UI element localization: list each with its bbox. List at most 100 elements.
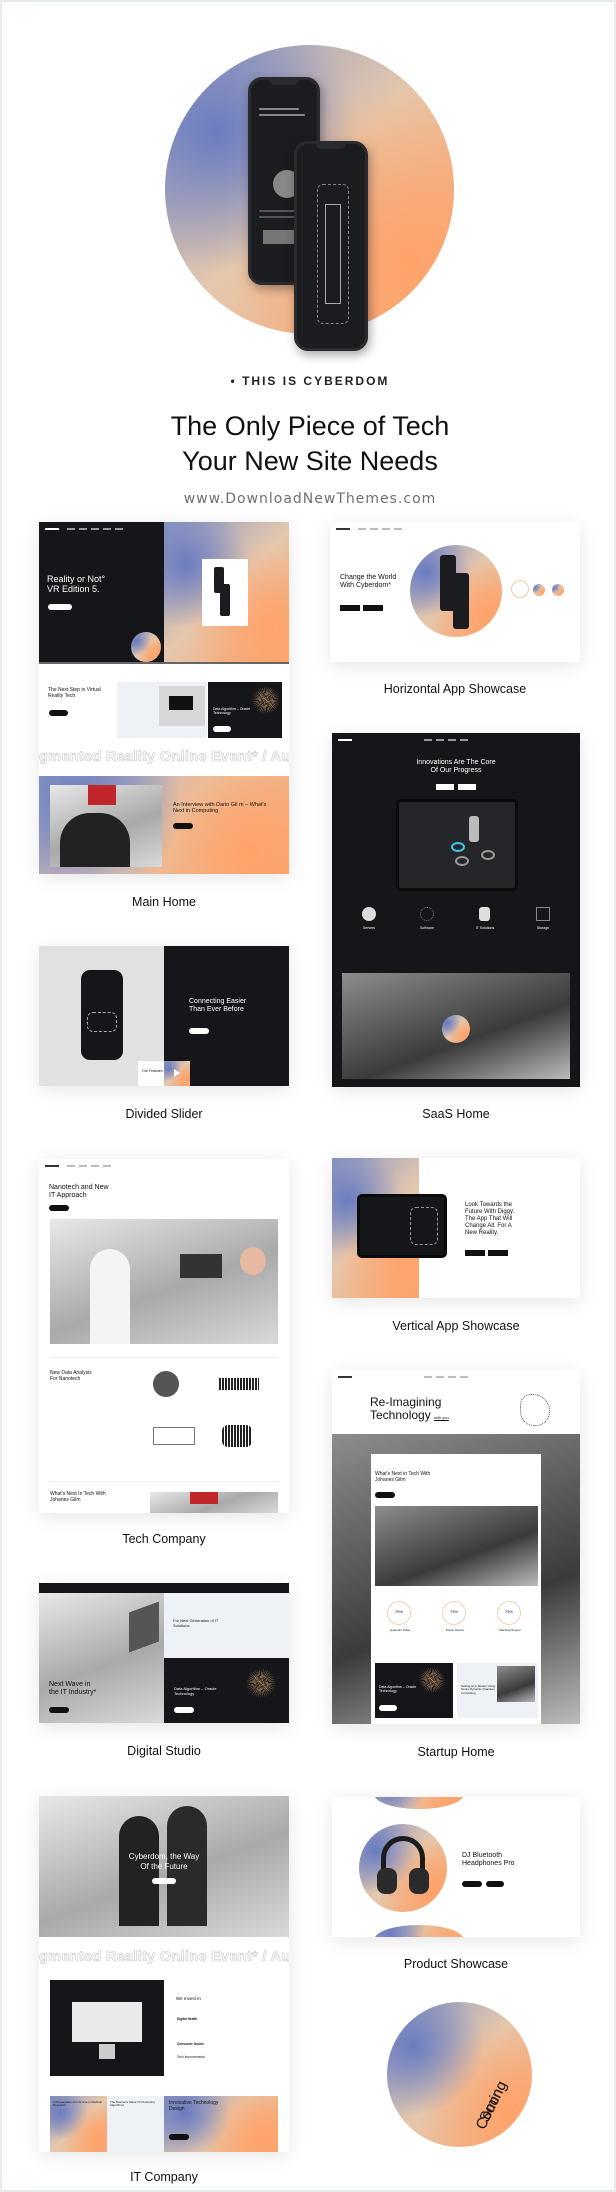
app-store-badge[interactable] <box>340 605 360 611</box>
demo-card-saas-home[interactable]: Innovations Are The Core Of Our Progress … <box>332 733 580 1087</box>
app-store-badge[interactable] <box>436 784 454 790</box>
feature-storage: Storage <box>536 926 550 930</box>
marquee-text: gmented Reality Online Event* / Augment <box>39 749 289 766</box>
tile-3[interactable]: Innovative Technology Design <box>164 2096 278 2152</box>
news-card[interactable] <box>117 682 207 738</box>
phone-mockup <box>81 970 123 1060</box>
tablet-mockup <box>357 1194 447 1258</box>
website-watermark: www.DownloadNewThemes.com <box>183 491 437 507</box>
accordion-item[interactable]: Tech Improvements <box>177 2055 205 2060</box>
demo-card-horizontal-app[interactable]: Change the World With Cyberdom* <box>330 522 580 662</box>
stat-value: 75% <box>449 1609 458 1614</box>
tile-2[interactable]: The Business Value Of Clustering Algorit… <box>107 2096 164 2152</box>
demo-label-it-company[interactable]: IT Company <box>39 2170 289 2184</box>
demo-card-main-home[interactable]: Reality or Not° VR Edition 5. The Next St… <box>39 522 289 874</box>
stat-value: 75% <box>504 1609 513 1614</box>
round-badge <box>131 632 161 662</box>
it-solutions-icon <box>479 907 490 921</box>
horizontal-hero-title: Change the World With Cyberdom* <box>340 574 397 590</box>
app-store-badge[interactable] <box>465 1250 485 1256</box>
hero-eyebrow: • THIS IS CYBERDOM <box>230 374 390 388</box>
tile-1[interactable]: A Presentation For AI Use in Medical Res… <box>50 2096 107 2152</box>
sphere-image <box>153 1371 179 1397</box>
demo-label-divided-slider[interactable]: Divided Slider <box>39 1107 289 1121</box>
demo-label-horizontal-app[interactable]: Horizontal App Showcase <box>330 682 580 696</box>
stat-label: Machine Engine <box>499 1628 521 1632</box>
cylinder-image <box>222 1425 252 1447</box>
wave-image <box>219 1378 259 1390</box>
hero-cta-button[interactable] <box>48 604 72 610</box>
wireframe-object <box>520 1394 550 1426</box>
thumb-2[interactable] <box>533 584 545 596</box>
accordion-item[interactable]: Digital Health <box>177 2017 197 2022</box>
details-button[interactable] <box>486 1881 504 1887</box>
demo-label-digital-studio[interactable]: Digital Studio <box>39 1744 289 1758</box>
hero-gradient-circle <box>165 45 454 351</box>
bottom-title: What's Next In Tech With Johanes Gilm <box>50 1491 106 1503</box>
interview-button[interactable] <box>173 823 193 829</box>
thumb-1[interactable] <box>511 580 529 598</box>
tech-cta[interactable] <box>49 1205 69 1211</box>
phone-mockup-front <box>294 141 368 351</box>
features-box[interactable]: Our Features <box>138 1061 164 1086</box>
panel-title: For Next Generation of IT Solutions <box>173 1618 219 1628</box>
hero-headline: The Only Piece of Tech Your New Site Nee… <box>2 409 616 479</box>
demo-label-main-home[interactable]: Main Home <box>39 895 289 909</box>
stat-label: Power Device <box>445 1628 465 1632</box>
accordion-item[interactable]: Consumer Goods <box>177 2042 204 2047</box>
demo-card-startup-home[interactable]: Re-Imagining Technology with you What's N… <box>332 1370 580 1724</box>
it-hero-title: Cyberdom, the Way Of the Future <box>128 1852 200 1871</box>
demo-label-tech-company[interactable]: Tech Company <box>39 1532 289 1546</box>
demo-label-startup-home[interactable]: Startup Home <box>331 1745 581 1759</box>
it-cta[interactable] <box>152 1878 176 1884</box>
marquee-text: gmented Reality Online Event* / Augment <box>39 1949 289 1966</box>
interview-title: An Interview with Dario Gil m – What's N… <box>173 802 267 815</box>
demo-card-tech-company[interactable]: Nanotech and New IT Approach New Data Ana… <box>39 1159 289 1513</box>
demo-card-it-company[interactable]: Cyberdom, the Way Of the Future gmented R… <box>39 1796 289 2152</box>
section-button[interactable] <box>49 710 68 716</box>
demo-label-product-showcase[interactable]: Product Showcase <box>331 1957 581 1971</box>
monitor-showcase <box>50 1980 164 2076</box>
studio-cta[interactable] <box>49 1707 69 1713</box>
software-icon <box>420 907 434 921</box>
tech-hero-title: Nanotech and New IT Approach <box>49 1184 109 1200</box>
demo-card-vertical-app[interactable]: Look Towards the Future With Diggy. The Ap… <box>332 1158 580 1298</box>
stat-label: Quantum Pulse <box>389 1628 411 1632</box>
product-circle <box>359 1824 447 1912</box>
coming-soon-badge: Coming Soon <box>387 2002 532 2147</box>
content-panel: What's Next in Tech With Johanes Gilm 75… <box>371 1454 541 1724</box>
headline-line-2: Your New Site Needs <box>182 446 438 476</box>
dark-card[interactable]: Data Algorithm – Oracle Technology <box>208 682 282 738</box>
thumb-3[interactable] <box>552 584 564 596</box>
demo-card-divided-slider[interactable]: Connecting Easier Than Ever Before Our Fe… <box>39 946 289 1086</box>
servers-icon <box>362 907 376 921</box>
google-play-badge[interactable] <box>488 1250 508 1256</box>
demo-label-vertical-app[interactable]: Vertical App Showcase <box>331 1319 581 1333</box>
lab-photo <box>342 973 570 1079</box>
demo-label-saas-home[interactable]: SaaS Home <box>331 1107 581 1121</box>
divided-hero-title: Connecting Easier Than Ever Before <box>189 998 247 1014</box>
headline-line-1: The Only Piece of Tech <box>170 411 450 441</box>
divided-cta[interactable] <box>189 1028 209 1034</box>
demo-card-product-showcase[interactable]: DJ Bluetooth Headphones Pro <box>332 1797 580 1937</box>
product-title: DJ Bluetooth Headphones Pro <box>462 1852 515 1868</box>
feature-servers: Servers <box>362 926 376 930</box>
feature-it-solutions: IT Solutions <box>475 926 495 930</box>
google-play-badge[interactable] <box>363 605 383 611</box>
mesh-image <box>153 1427 195 1445</box>
buy-button[interactable] <box>462 1881 482 1887</box>
startup-hero-title: Re-Imagining Technology with you <box>370 1395 449 1422</box>
demo-card-digital-studio[interactable]: Next Wave in the IT Industry* For Next Ge… <box>39 1583 289 1723</box>
vertical-hero-title: Look Towards the Future With Diggy. The Ap… <box>465 1202 515 1236</box>
storage-icon <box>536 907 550 921</box>
app-circle <box>410 545 502 637</box>
invest-title: We Invest In <box>176 1996 201 2001</box>
data-analysis-title: New Data Analysis For Nanotech <box>50 1370 92 1382</box>
stat-value: 75% <box>394 1609 403 1614</box>
section-title: The Next Step in Virtual Reality Tech <box>48 687 101 699</box>
saas-hero-title: Innovations Are The Core Of Our Progress <box>416 759 496 775</box>
video-thumb[interactable] <box>164 1061 190 1086</box>
office-photo <box>50 1219 278 1344</box>
phone-product-image <box>202 559 248 626</box>
google-play-badge[interactable] <box>458 784 476 790</box>
